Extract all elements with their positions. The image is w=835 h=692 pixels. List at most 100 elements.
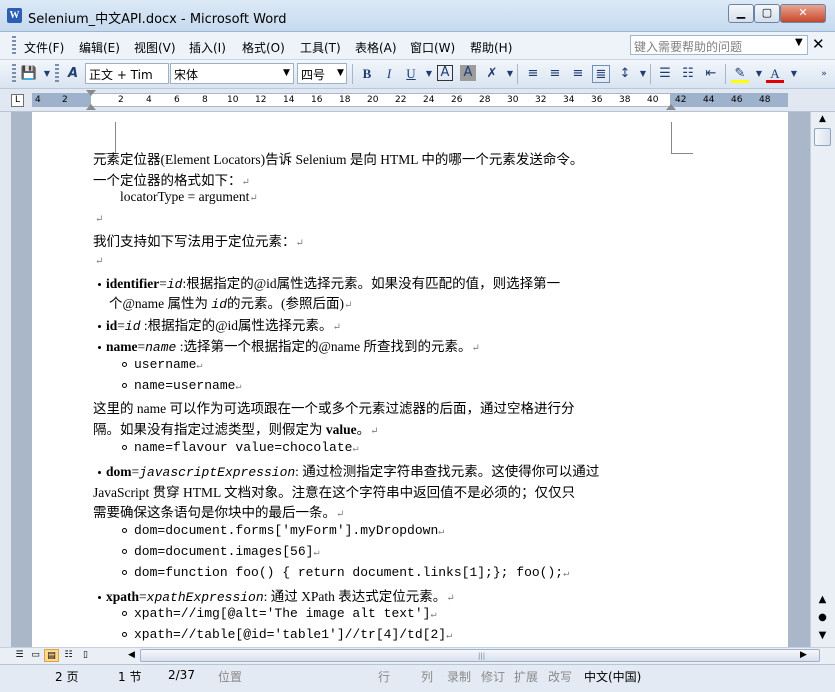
- menu-tools[interactable]: 工具(T): [300, 39, 341, 56]
- align-right-icon[interactable]: ≡: [569, 65, 587, 83]
- vertical-scroll-thumb[interactable]: [814, 128, 831, 146]
- font-color-button[interactable]: A: [766, 65, 784, 83]
- help-dropdown-icon[interactable]: ▼: [795, 37, 803, 48]
- menu-file[interactable]: 文件(F): [24, 39, 64, 56]
- scroll-left-icon[interactable]: ◀: [124, 649, 139, 662]
- minimize-button[interactable]: ▁: [728, 4, 754, 23]
- menu-grip-handle[interactable]: [12, 36, 16, 54]
- numbering-icon[interactable]: ☰: [656, 65, 674, 83]
- vertical-scrollbar[interactable]: [810, 112, 835, 647]
- character-border-button[interactable]: A: [437, 65, 453, 81]
- bold-button[interactable]: B: [358, 65, 376, 83]
- highlight-icon[interactable]: ✎: [731, 65, 749, 83]
- status-language[interactable]: 中文(中国): [584, 668, 641, 685]
- status-record-macro[interactable]: 录制: [447, 668, 471, 685]
- toolbar-grip-handle[interactable]: [12, 64, 16, 82]
- justify-icon[interactable]: ≣: [592, 65, 610, 83]
- paragraph-line[interactable]: 需要确保这条语句是你块中的最后一条。↵: [93, 501, 344, 521]
- sub-bullet-item[interactable]: xpath=//table[@id='table1']//tr[4]/td[2]…: [122, 627, 452, 642]
- bullet-item[interactable]: dom=javascriptExpression: 通过检测指定字符串查找元素。…: [98, 460, 599, 480]
- sub-bullet-item[interactable]: dom=document.images[56]↵: [122, 544, 319, 559]
- bullet-item[interactable]: identifier=id:根据指定的@id属性选择元素。如果没有匹配的值，则选…: [98, 272, 560, 292]
- status-column: 列: [421, 670, 434, 684]
- reading-layout-view-icon[interactable]: ▯: [78, 649, 93, 662]
- sub-bullet-item[interactable]: dom=document.forms['myForm'].myDropdown↵: [122, 523, 444, 538]
- previous-page-icon[interactable]: ▲: [813, 594, 832, 605]
- outline-view-icon[interactable]: ☷: [61, 649, 76, 662]
- bullets-icon[interactable]: ☷: [679, 65, 697, 83]
- crop-mark-right: [671, 122, 693, 154]
- align-left-icon[interactable]: ≡: [524, 65, 542, 83]
- paragraph-line[interactable]: ↵: [95, 210, 103, 226]
- hanging-indent-marker[interactable]: [86, 104, 96, 110]
- right-indent-marker[interactable]: [666, 104, 676, 110]
- bullet-item-continued[interactable]: 个@name 属性为 id的元素。(参照后面)↵: [109, 292, 352, 312]
- browse-object-icon[interactable]: ●: [813, 612, 832, 623]
- status-overtype[interactable]: 改写: [548, 668, 572, 685]
- close-document-icon[interactable]: ✕: [812, 35, 825, 53]
- paragraph-line[interactable]: ↵: [95, 252, 103, 268]
- paragraph-line[interactable]: 一个定位器的格式如下：↵: [93, 169, 250, 189]
- paragraph-line[interactable]: 隔。如果没有指定过滤类型，则假定为 value。↵: [93, 418, 379, 438]
- paragraph-line[interactable]: 元素定位器(Element Locators)告诉 Selenium 是向 HT…: [93, 148, 583, 168]
- character-scaling-icon[interactable]: ✗: [483, 65, 501, 83]
- line-spacing-icon[interactable]: ↕: [616, 65, 634, 83]
- decrease-indent-icon[interactable]: ⇤: [702, 65, 720, 83]
- tab-selector-icon[interactable]: L: [11, 94, 24, 107]
- sub-bullet-item[interactable]: xpath=//img[@alt='The image alt text']↵: [122, 606, 436, 621]
- scroll-right-icon[interactable]: ▶: [796, 649, 811, 662]
- paragraph-line[interactable]: JavaScript 贯穿 HTML 文档对象。注意在这个字符串中返回值不是必须…: [93, 481, 575, 501]
- bullet-item[interactable]: xpath=xpathExpression: 通过 XPath 表达式定位元素。…: [98, 585, 455, 605]
- text-run: :选择第一个根据指定的@name 所查找到的元素。: [176, 339, 472, 354]
- menu-table[interactable]: 表格(A): [355, 39, 397, 56]
- close-button[interactable]: ✕: [780, 4, 826, 23]
- toolbar-grip-handle-2[interactable]: [55, 64, 59, 82]
- menu-view[interactable]: 视图(V): [134, 39, 176, 56]
- document-page[interactable]: 元素定位器(Element Locators)告诉 Selenium 是向 HT…: [32, 112, 788, 647]
- paragraph-line[interactable]: 这里的 name 可以作为可选项跟在一个或多个元素过滤器的后面，通过空格进行分: [93, 397, 574, 417]
- toolbar-options-icon[interactable]: ▼: [38, 65, 56, 83]
- menu-edit[interactable]: 编辑(E): [79, 39, 120, 56]
- text-run: 一个定位器的格式如下：: [93, 173, 242, 188]
- toolbar-overflow-icon[interactable]: »: [815, 65, 833, 83]
- sub-bullet-item[interactable]: username↵: [122, 357, 202, 372]
- style-combo[interactable]: 正文 + Tim: [85, 63, 169, 84]
- save-icon[interactable]: 💾: [20, 65, 38, 83]
- status-track-changes[interactable]: 修订: [481, 668, 505, 685]
- menu-insert[interactable]: 插入(I): [189, 39, 226, 56]
- web-layout-view-icon[interactable]: ▭: [28, 649, 43, 662]
- font-size-dropdown-icon[interactable]: ▼: [337, 68, 344, 78]
- help-search-input[interactable]: 键入需要帮助的问题: [630, 35, 808, 55]
- styles-formatting-icon[interactable]: A: [64, 65, 82, 83]
- menu-window[interactable]: 窗口(W): [410, 39, 455, 56]
- align-center-icon[interactable]: ≡: [546, 65, 564, 83]
- print-layout-view-icon[interactable]: ▤: [44, 649, 59, 662]
- font-combo[interactable]: 宋体: [170, 63, 294, 84]
- bullet-item[interactable]: id=id :根据指定的@id属性选择元素。↵: [98, 314, 341, 334]
- word-app-icon[interactable]: W: [7, 8, 22, 23]
- ruler-tick: 40: [647, 95, 659, 105]
- font-dropdown-icon[interactable]: ▼: [283, 68, 290, 78]
- paragraph-mark: ↵: [196, 361, 203, 372]
- next-page-icon[interactable]: ▼: [813, 630, 832, 641]
- status-extend-selection[interactable]: 扩展: [514, 668, 538, 685]
- sub-bullet-item[interactable]: name=username↵: [122, 378, 241, 393]
- underline-button[interactable]: U: [402, 65, 420, 83]
- menu-help[interactable]: 帮助(H): [470, 39, 512, 56]
- bullet-item[interactable]: name=name :选择第一个根据指定的@name 所查找到的元素。↵: [98, 335, 480, 355]
- menu-format[interactable]: 格式(O): [242, 39, 285, 56]
- maximize-button[interactable]: ▢: [754, 4, 780, 23]
- sub-bullet-item[interactable]: dom=function foo() { return document.lin…: [122, 565, 569, 580]
- ruler-tick: 10: [227, 95, 239, 105]
- italic-button[interactable]: I: [380, 65, 398, 83]
- normal-view-icon[interactable]: ☰: [12, 649, 27, 662]
- underline-dropdown-icon[interactable]: ▼: [420, 65, 438, 83]
- vertical-ruler[interactable]: [0, 112, 11, 647]
- paragraph-line[interactable]: locatorType = argument↵: [120, 189, 258, 205]
- font-color-dropdown-icon[interactable]: ▼: [785, 65, 803, 83]
- first-line-indent-marker[interactable]: [86, 90, 96, 96]
- paragraph-mark: ↵: [370, 426, 379, 437]
- character-shading-button[interactable]: A: [460, 65, 476, 81]
- paragraph-line[interactable]: 我们支持如下写法用于定位元素：↵: [93, 230, 304, 250]
- sub-bullet-item[interactable]: name=flavour value=chocolate↵: [122, 440, 358, 455]
